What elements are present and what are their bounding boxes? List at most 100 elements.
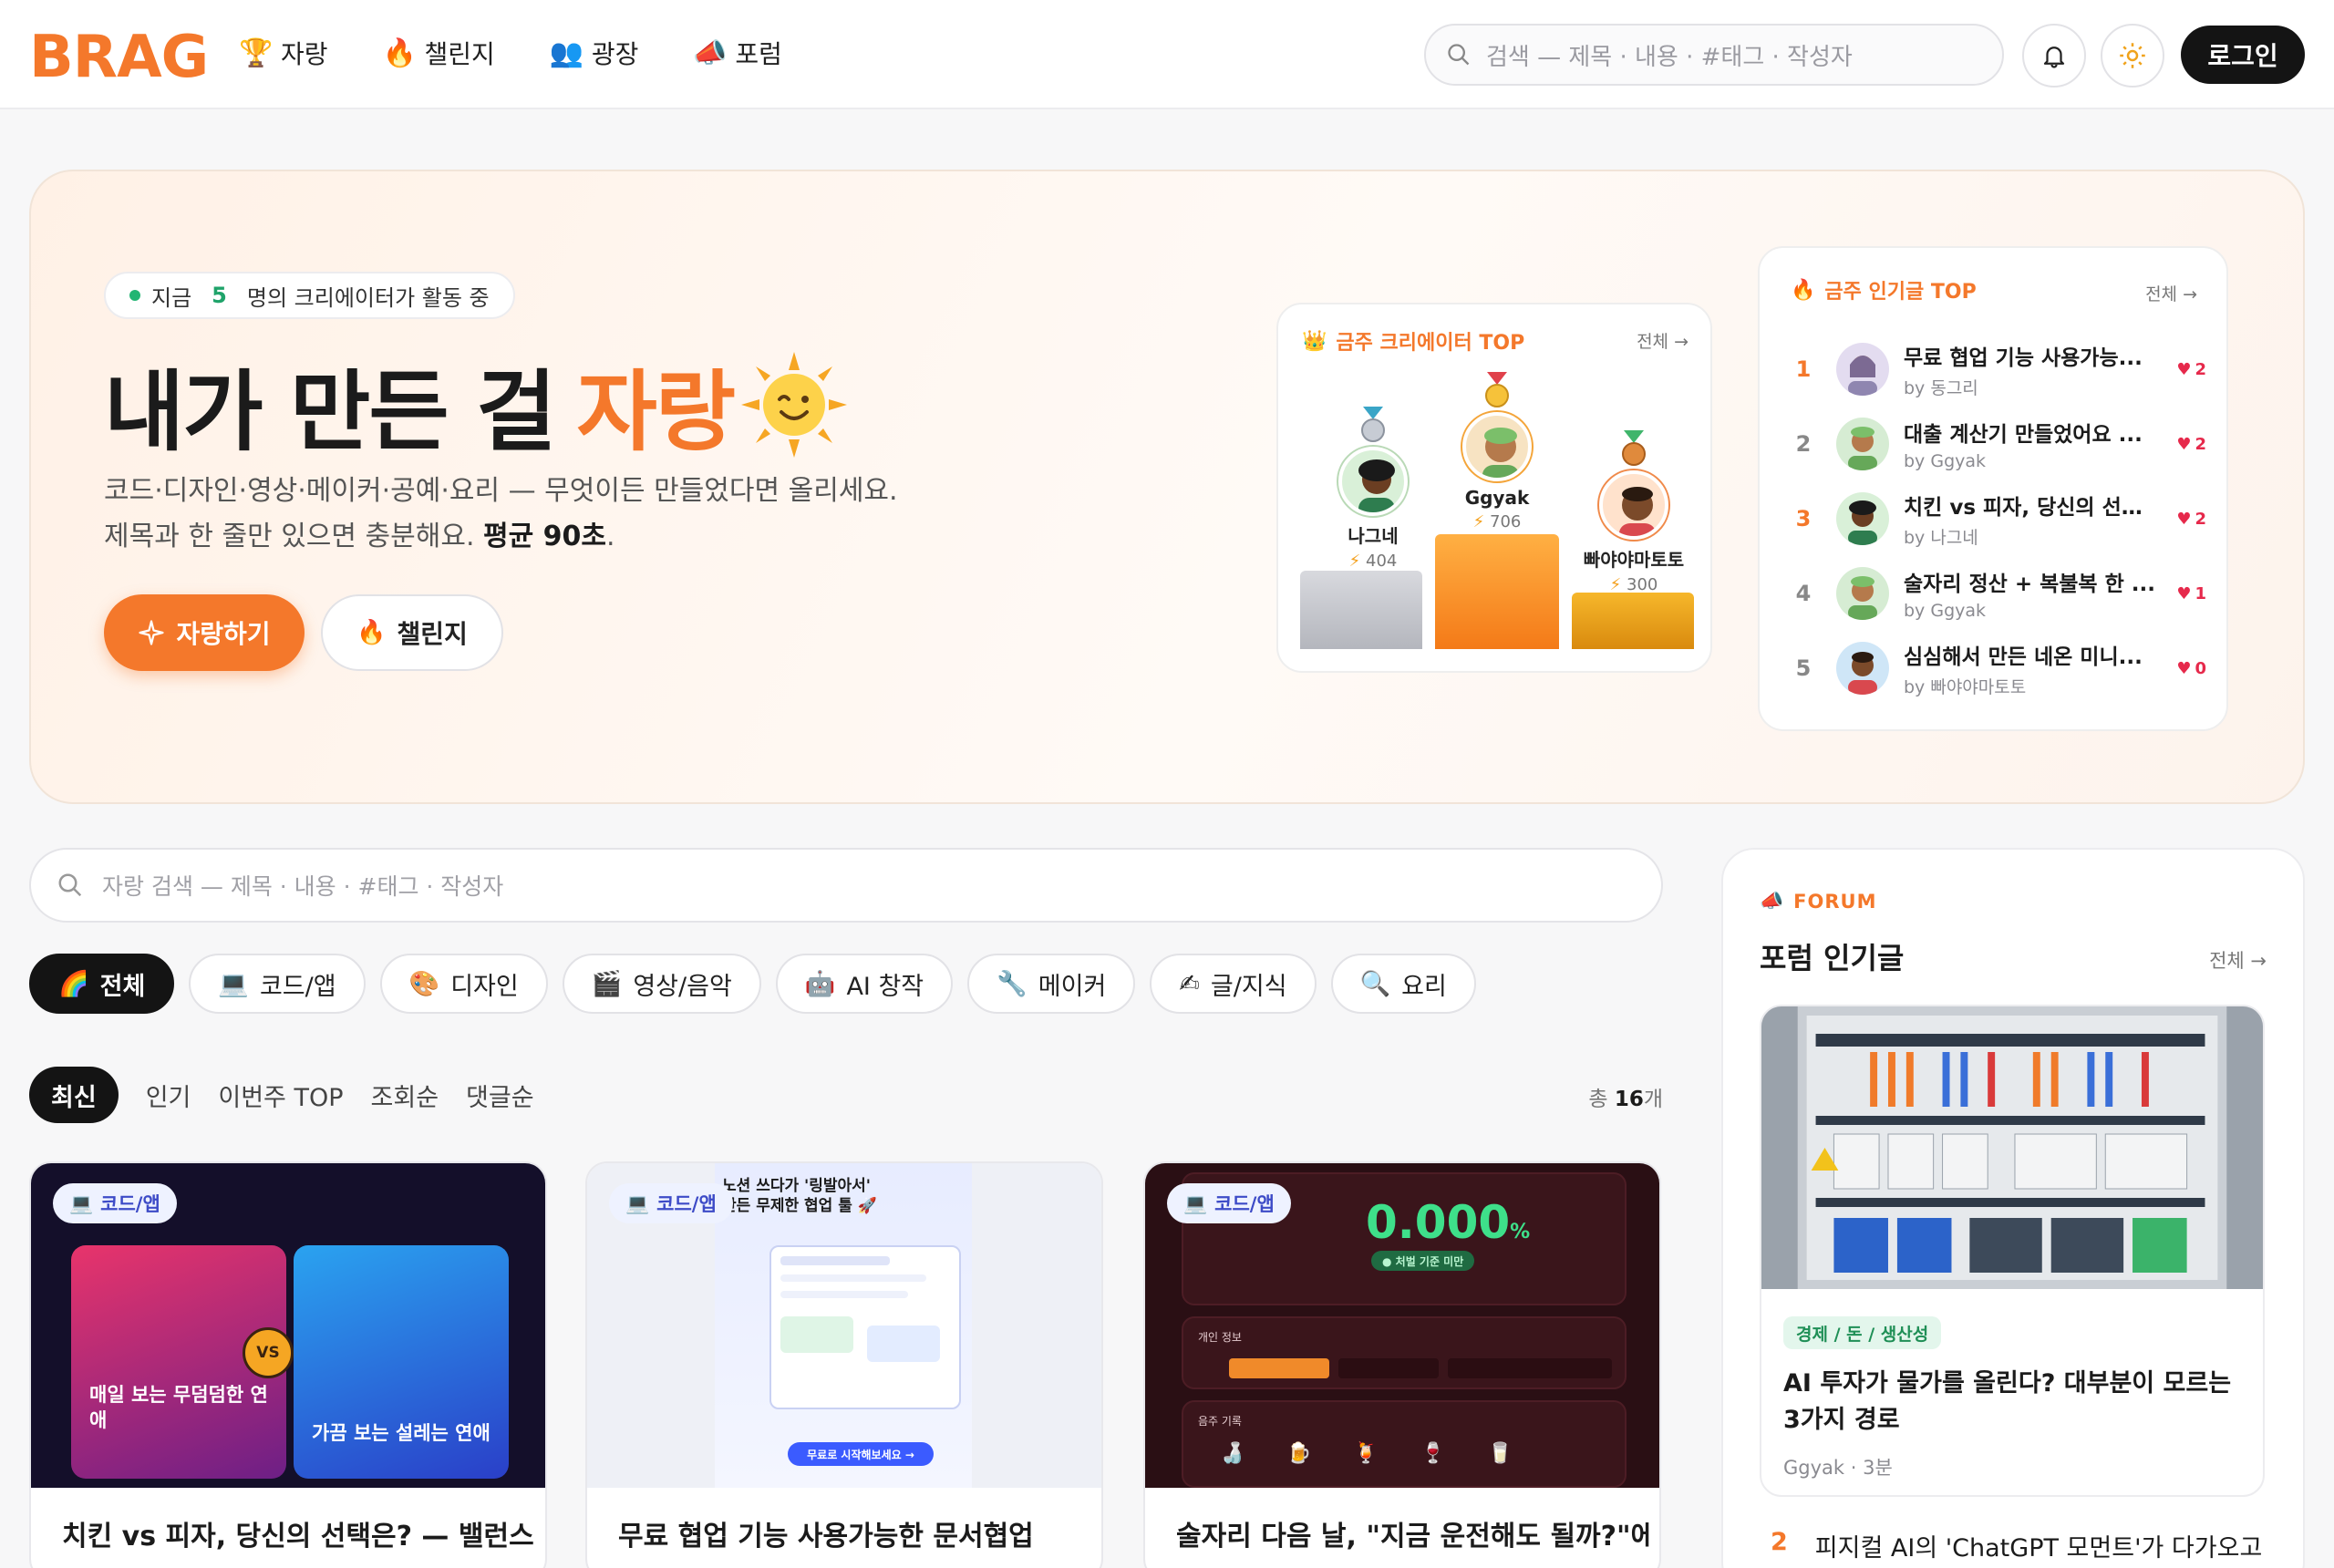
clapper-icon: 🎬 <box>591 970 623 998</box>
rank-number: 4 <box>1795 581 1812 606</box>
wine-icon: 🍷 <box>1420 1442 1446 1465</box>
sort-tab-latest[interactable]: 최신 <box>29 1067 119 1123</box>
brag-button[interactable]: 자랑하기 <box>104 594 305 671</box>
login-button[interactable]: 로그인 <box>2181 26 2305 84</box>
popular-post-row[interactable]: 5 심심해서 만든 네온 미니... by 빠야야마토토 ♥ 0 <box>1791 636 2206 700</box>
podium-name: 빠야야마토토 <box>1583 549 1685 571</box>
popular-post-row[interactable]: 4 술자리 정산 + 복불복 한 ... by Ggyak ♥ 1 <box>1791 562 2206 625</box>
popular-post-author: by 나그네 <box>1904 527 1978 548</box>
forum-kicker: 📣 FORUM <box>1760 890 1876 913</box>
global-search-input[interactable]: 검색 — 제목 · 내용 · #태그 · 작성자 <box>1424 24 2004 86</box>
popular-post-title: 술자리 정산 + 복불복 한 ... <box>1904 573 2155 596</box>
popular-card-title: 🔥 금주 인기글 TOP <box>1791 275 1977 304</box>
nav-item-challenge[interactable]: 🔥 챌린지 <box>383 35 495 71</box>
popular-post-row[interactable]: 3 치킨 vs 피자, 당신의 선택... by 나그네 ♥ 2 <box>1791 487 2206 551</box>
silver-medal-icon <box>1361 407 1385 442</box>
laptop-icon: 💻 <box>69 1191 94 1214</box>
popular-post-row[interactable]: 1 무료 협업 기능 사용가능... by 동그리 ♥ 2 <box>1791 337 2206 401</box>
promo-headline-line2: 만든 무제한 협업 툴 🚀 <box>722 1197 877 1215</box>
drink-icons: 🍶 🍺 🍹 🍷 🥛 <box>1220 1442 1513 1465</box>
category-chip-cooking[interactable]: 🔍 요리 <box>1330 954 1476 1014</box>
category-tag: 💻 코드/앱 <box>609 1183 733 1223</box>
sort-tab-weekly-top[interactable]: 이번주 TOP <box>218 1067 343 1123</box>
laptop-icon: 💻 <box>218 970 249 998</box>
live-prefix: 지금 <box>151 284 192 311</box>
smiling-sun-icon <box>741 351 848 458</box>
panel-heading: 개인 정보 <box>1198 1331 1242 1344</box>
category-chip-code[interactable]: 💻 코드/앱 <box>189 954 366 1014</box>
balance-card-right: 가끔 보는 설레는 연애 <box>294 1245 509 1479</box>
category-chip-all[interactable]: 🌈 전체 <box>29 954 175 1014</box>
notification-button[interactable] <box>2022 24 2086 88</box>
bac-number: 0.000 <box>1366 1196 1511 1249</box>
trophy-icon: 🏆 <box>239 36 274 69</box>
popular-post-row[interactable]: 2 대출 계산기 만들었어요 ... by Ggyak ♥ 2 <box>1791 412 2206 476</box>
category-tag-label: 코드/앱 <box>656 1193 717 1215</box>
nav-label: 자랑 <box>281 39 328 69</box>
laptop-icon: 💻 <box>1183 1191 1208 1214</box>
post-card[interactable]: 노션 쓰다가 '링발아서' 만든 무제한 협업 툴 🚀 무료로 시작해보세요 →… <box>585 1161 1103 1568</box>
forum-top-post-card[interactable]: 경제 / 돈 / 생산성 AI 투자가 물가를 올린다? 대부분이 모르는 3가… <box>1760 1005 2265 1497</box>
post-card[interactable]: 0.000% ● 처벌 기준 미만 개인 정보 음주 기록 🍶 🍺 🍹 🍷 🥛 💻 코드/… <box>1143 1161 1661 1568</box>
nav-item-forum[interactable]: 📣 포럼 <box>693 35 782 71</box>
promo-headline-line1: 노션 쓰다가 '링발아서' <box>722 1177 872 1195</box>
nav-label: 포럼 <box>735 39 782 69</box>
hero-title: 내가 만든 걸 자랑 <box>104 341 849 468</box>
category-chip-video[interactable]: 🎬 영상/음악 <box>562 954 761 1014</box>
sort-tab-views[interactable]: 조회순 <box>371 1067 439 1123</box>
chip-label: 전체 <box>99 972 146 1001</box>
search-icon <box>58 873 82 897</box>
wrench-icon: 🔧 <box>997 970 1028 998</box>
total-prefix: 총 <box>1588 1088 1608 1111</box>
podium-second[interactable]: 나그네 ⚡ 404 <box>1318 407 1428 571</box>
podium-first[interactable]: Ggyak ⚡ 706 <box>1442 372 1552 531</box>
popular-post-text: 대출 계산기 만들었어요 ... by Ggyak <box>1904 417 2157 471</box>
popular-post-title: 치킨 vs 피자, 당신의 선택... <box>1904 495 2157 520</box>
total-number: 16 <box>1614 1088 1644 1111</box>
forum-post-row[interactable]: 2 피지컬 AI의 'ChatGPT 모먼트'가 다가오고 <box>1771 1528 2262 1563</box>
popular-view-all-link[interactable]: 전체 → <box>2145 281 2197 305</box>
podium-score: ⚡ 706 <box>1442 512 1552 531</box>
popular-post-text: 치킨 vs 피자, 당신의 선택... by 나그네 <box>1904 490 2157 549</box>
brag-search-input[interactable]: 자랑 검색 — 제목 · 내용 · #태그 · 작성자 <box>29 848 1663 923</box>
podium-view-all-link[interactable]: 전체 → <box>1637 328 1689 353</box>
makgeolli-icon: 🥛 <box>1487 1442 1513 1465</box>
category-tag: 💻 코드/앱 <box>53 1183 177 1223</box>
main-nav: 🏆 자랑 🔥 챌린지 👥 광장 📣 포럼 <box>239 35 782 71</box>
sparkle-icon <box>139 620 165 645</box>
brand-logo[interactable]: BRAG <box>29 24 209 91</box>
podium-third[interactable]: 빠야야마토토 ⚡ 300 <box>1552 430 1710 594</box>
pencil-icon: ✍ <box>1179 969 1200 998</box>
chip-label: AI 창작 <box>846 972 924 1001</box>
post-card[interactable]: 매일 보는 무덤덤한 연애 가끔 보는 설레는 연애 VS 💻 코드/앱 치킨 v… <box>29 1161 547 1568</box>
chip-label: 메이커 <box>1038 972 1107 1001</box>
megaphone-icon: 📣 <box>693 36 728 69</box>
sort-tab-comments[interactable]: 댓글순 <box>466 1067 534 1123</box>
podium-score-value: 706 <box>1490 512 1522 531</box>
nav-item-plaza[interactable]: 👥 광장 <box>550 35 639 71</box>
chip-label: 요리 <box>1401 972 1447 1001</box>
post-title: 치킨 vs 피자, 당신의 선택은? — 밸런스 <box>62 1521 534 1553</box>
category-chip-design[interactable]: 🎨 디자인 <box>379 954 548 1014</box>
podium-bar-second <box>1300 571 1422 649</box>
panel-heading: 음주 기록 <box>1198 1415 1242 1428</box>
forum-view-all-link[interactable]: 전체 → <box>2209 946 2267 974</box>
sort-tab-popular[interactable]: 인기 <box>146 1067 191 1123</box>
podium-score-value: 300 <box>1627 575 1658 594</box>
bolt-icon: ⚡ <box>1472 512 1485 531</box>
hero-desc-line1: 코드·디자인·영상·메이커·공예·요리 — 무엇이든 만들었다면 올리세요. <box>104 475 898 507</box>
avatar <box>1836 343 1889 396</box>
crown-icon: 👑 <box>1302 329 1327 353</box>
app-mockup <box>769 1245 961 1409</box>
podium-bar-third <box>1572 593 1694 649</box>
challenge-button[interactable]: 🔥 챌린지 <box>321 594 503 671</box>
category-chip-ai[interactable]: 🤖 AI 창작 <box>775 954 954 1014</box>
category-chip-maker[interactable]: 🔧 메이커 <box>967 954 1136 1014</box>
podium-score: ⚡ 404 <box>1318 552 1428 571</box>
podium-score-value: 404 <box>1366 552 1398 571</box>
category-chip-writing[interactable]: ✍ 글/지식 <box>1150 954 1317 1014</box>
nav-item-brag[interactable]: 🏆 자랑 <box>239 35 328 71</box>
vs-badge: VS <box>243 1327 294 1378</box>
popular-post-author: by Ggyak <box>1904 601 1987 621</box>
theme-toggle-button[interactable] <box>2101 24 2164 88</box>
